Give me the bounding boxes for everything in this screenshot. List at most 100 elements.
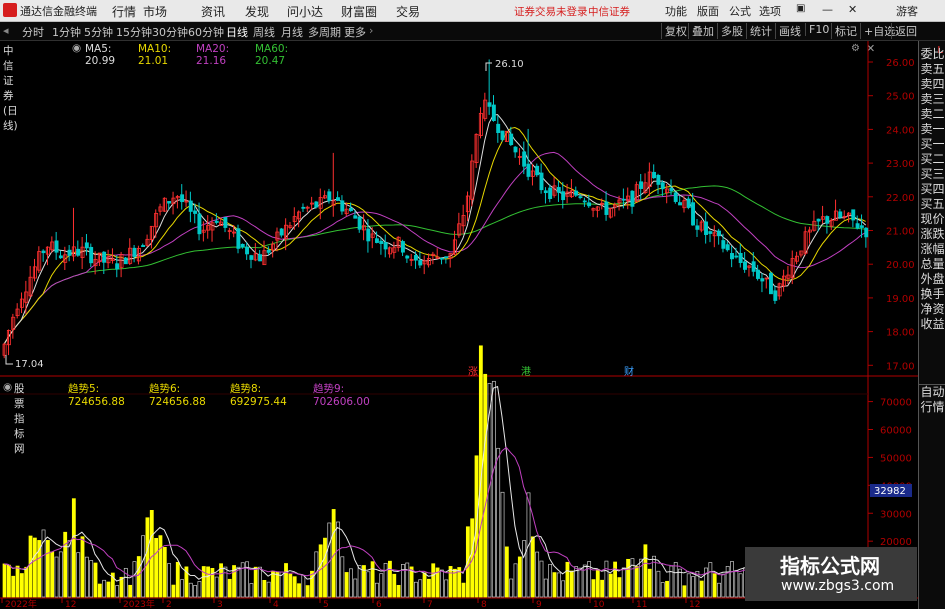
candle-body (730, 253, 734, 260)
candle-body (859, 225, 864, 228)
candle-body (673, 192, 678, 202)
limit-up-marker[interactable]: 涨 (468, 366, 478, 378)
quote-button[interactable]: 行情 (919, 400, 945, 415)
candle-body (340, 200, 345, 212)
volume-bar (162, 547, 167, 598)
sidebar-item[interactable]: 委比 (919, 47, 945, 62)
volume-bar (301, 574, 306, 598)
sidebar-item[interactable]: 买二 (919, 152, 945, 167)
volume-bar (604, 560, 609, 598)
candle-body (496, 123, 501, 133)
volume-bar (600, 579, 605, 598)
volume-bar (132, 561, 137, 598)
sidebar-item[interactable]: 涨跌 (919, 227, 945, 242)
candle-body (336, 197, 340, 201)
sidebar-item[interactable]: 现价 (919, 212, 945, 227)
sidebar-item[interactable]: 买四 (919, 182, 945, 197)
candle-body (760, 278, 765, 282)
candle-body (825, 216, 830, 224)
volume-bar (323, 537, 327, 598)
sidebar-item[interactable]: 卖二 (919, 107, 945, 122)
watermark-badge: 指标公式网 www.zbgs3.com (745, 547, 917, 601)
volume-bar (67, 540, 72, 598)
quote-sidebar: L 委比 卖五 卖四 卖三 卖二 卖一 买一 买二 买三 买四 买五 现价 涨跌 涨幅 总量 外盘 换手 净资 收益… (918, 41, 945, 609)
candle-body (249, 255, 254, 260)
volume-bar (673, 562, 678, 598)
volume-bar (383, 562, 388, 598)
candle-body (838, 211, 843, 218)
sidebar-item[interactable]: 买一 (919, 137, 945, 152)
candle-body (695, 225, 700, 230)
volume-bar (431, 563, 436, 598)
volume-bar (626, 558, 631, 598)
sidebar-item[interactable]: 卖五 (919, 62, 945, 77)
volume-bar (357, 565, 362, 598)
candle-body (561, 191, 566, 201)
sidebar-item[interactable]: 换手 (919, 287, 945, 302)
time-axis-label: 7 (427, 600, 433, 609)
kline-chart[interactable]: 26.00 25.00 24.00 23.00 22.00 21.00 20.00 19.00… (0, 0, 945, 609)
volume-bar (2, 563, 7, 598)
candle-body (816, 218, 821, 222)
sidebar-item[interactable]: 净资 (919, 302, 945, 317)
candle-body (141, 245, 146, 247)
candle-body (751, 261, 756, 272)
volume-bar (513, 563, 518, 598)
volume-bar (258, 566, 262, 598)
volume-bar (318, 544, 323, 598)
volume-bar (591, 579, 596, 598)
volume-bar (32, 537, 37, 598)
current-volume-value: 32982 (874, 486, 906, 497)
hk-connect-marker[interactable]: 港 (521, 366, 531, 378)
volume-bar (613, 561, 618, 598)
volume-bar (414, 581, 418, 598)
candle-body (214, 220, 219, 223)
volume-bar (336, 521, 340, 598)
volume-bar (249, 583, 254, 598)
volume-bar (717, 582, 721, 598)
volume-bar (647, 568, 652, 598)
volume-bar (730, 561, 734, 598)
sidebar-item[interactable]: 卖三 (919, 92, 945, 107)
volume-bar (253, 566, 258, 598)
volume-bar (388, 560, 392, 598)
sidebar-item[interactable]: 涨幅 (919, 242, 945, 257)
time-axis-label: 6 (376, 600, 382, 609)
volume-bar (517, 556, 522, 598)
volume-bar (167, 563, 172, 598)
volume-bar (504, 546, 509, 598)
candle-body (193, 210, 198, 214)
volume-bar (45, 540, 50, 598)
candle-body (418, 260, 423, 266)
candle-body (851, 209, 856, 221)
sidebar-item[interactable]: 收益 (919, 317, 945, 332)
candle-body (314, 201, 319, 208)
volume-bar (366, 571, 371, 598)
volume-bar (227, 578, 232, 598)
volume-bar (236, 566, 241, 598)
candle-body (652, 171, 657, 179)
volume-bar (63, 531, 68, 598)
candle-body (773, 290, 778, 301)
sidebar-item[interactable]: 买三 (919, 167, 945, 182)
candle-body (379, 240, 384, 244)
volume-bar (223, 566, 228, 598)
candle-body (669, 188, 674, 192)
volume-bar (734, 569, 739, 598)
candle-body (123, 257, 128, 265)
volume-tick-label: 30000 (880, 509, 912, 520)
sidebar-item[interactable]: 总量 (919, 257, 945, 272)
sidebar-item[interactable]: 卖四 (919, 77, 945, 92)
candle-body (721, 240, 726, 249)
financial-report-marker[interactable]: 财 (624, 365, 634, 378)
sidebar-item[interactable]: 卖一 (919, 122, 945, 137)
auto-button[interactable]: 自动 (919, 385, 945, 400)
candle-body (734, 255, 739, 258)
sidebar-item[interactable]: 买五 (919, 197, 945, 212)
price-tick-label: 22.00 (886, 193, 915, 204)
price-tick-label: 26.00 (886, 58, 915, 69)
volume-bar (621, 567, 626, 598)
sidebar-item[interactable]: 外盘 (919, 272, 945, 287)
volume-bar (128, 584, 133, 598)
low-price-label: 17.04 (15, 359, 44, 370)
